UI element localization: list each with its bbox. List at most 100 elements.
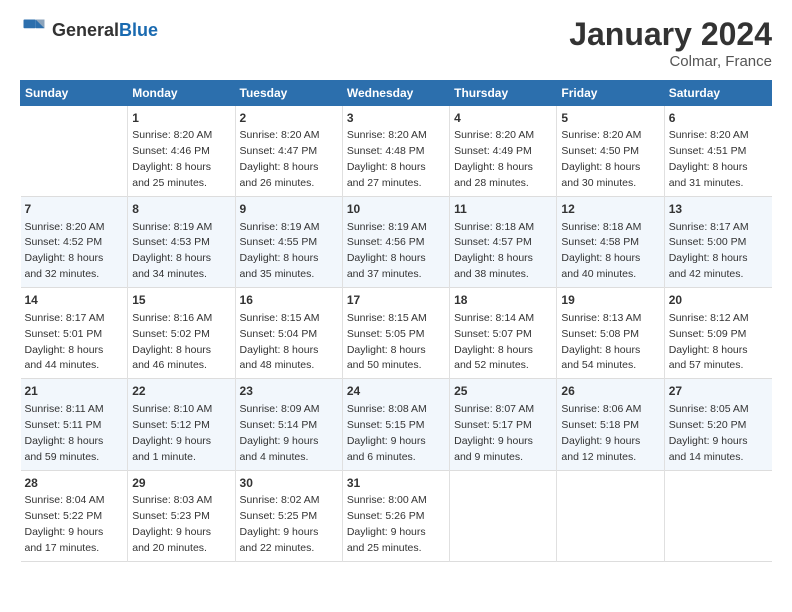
cell-sunrise: Sunrise: 8:14 AM — [454, 312, 534, 324]
header-row: Sunday Monday Tuesday Wednesday Thursday… — [21, 81, 772, 106]
cell-sunrise: Sunrise: 8:02 AM — [240, 494, 320, 506]
cell-week2-day6: 12Sunrise: 8:18 AMSunset: 4:58 PMDayligh… — [557, 197, 664, 288]
cell-sunrise: Sunrise: 8:00 AM — [347, 494, 427, 506]
cell-daylight: Daylight: 8 hours and 30 minutes. — [561, 161, 640, 189]
day-number: 7 — [25, 201, 124, 218]
cell-daylight: Daylight: 8 hours and 54 minutes. — [561, 344, 640, 372]
day-number: 29 — [132, 475, 230, 492]
cell-sunrise: Sunrise: 8:10 AM — [132, 403, 212, 415]
cell-sunrise: Sunrise: 8:19 AM — [132, 221, 212, 233]
cell-week2-day3: 9Sunrise: 8:19 AMSunset: 4:55 PMDaylight… — [235, 197, 342, 288]
day-number: 22 — [132, 383, 230, 400]
cell-sunset: Sunset: 4:56 PM — [347, 236, 425, 248]
day-number: 19 — [561, 292, 659, 309]
cell-week2-day5: 11 Sunrise: 8:18 AM Sunset: 4:57 PM Dayligh… — [450, 197, 557, 288]
cell-sunset: Sunset: 4:46 PM — [132, 145, 210, 157]
day-number: 11 — [454, 201, 552, 218]
logo-general: General — [52, 20, 119, 40]
cell-daylight: Daylight: 8 hours and 28 minutes. — [454, 161, 533, 189]
cell-sunset: Sunset: 5:00 PM — [669, 236, 747, 248]
cell-sunrise: Sunrise: 8:19 AM — [240, 221, 320, 233]
calendar-row-5: 28Sunrise: 8:04 AMSunset: 5:22 PMDayligh… — [21, 470, 772, 561]
cell-sunrise: Sunrise: 8:17 AM — [25, 312, 105, 324]
day-number: 4 — [454, 110, 552, 127]
logo-text: GeneralBlue — [52, 20, 158, 41]
calendar-row-3: 14Sunrise: 8:17 AMSunset: 5:01 PMDayligh… — [21, 288, 772, 379]
day-number: 6 — [669, 110, 768, 127]
cell-sunset: Sunset: 4:49 PM — [454, 145, 532, 157]
cell-daylight: Daylight: 8 hours and 27 minutes. — [347, 161, 426, 189]
cell-daylight: Daylight: 9 hours and 6 minutes. — [347, 435, 426, 463]
cell-daylight: Daylight: 9 hours and 4 minutes. — [240, 435, 319, 463]
cell-sunrise: Sunrise: 8:03 AM — [132, 494, 212, 506]
cell-sunset: Sunset: 4:58 PM — [561, 236, 639, 248]
day-number: 27 — [669, 383, 768, 400]
calendar-table: Sunday Monday Tuesday Wednesday Thursday… — [20, 80, 772, 562]
day-number: 18 — [454, 292, 552, 309]
logo-blue: Blue — [119, 20, 158, 40]
cell-sunrise: Sunrise: 8:20 AM — [132, 129, 212, 141]
cell-week3-day7: 20Sunrise: 8:12 AMSunset: 5:09 PMDayligh… — [664, 288, 771, 379]
day-number: 28 — [25, 475, 124, 492]
day-number: 2 — [240, 110, 338, 127]
cell-sunset: Sunset: 5:25 PM — [240, 510, 318, 522]
cell-daylight: Daylight: 8 hours and 35 minutes. — [240, 252, 319, 280]
cell-sunset: Sunset: 4:57 PM — [454, 236, 532, 248]
cell-sunrise: Sunrise: 8:15 AM — [347, 312, 427, 324]
cell-week2-day7: 13Sunrise: 8:17 AMSunset: 5:00 PMDayligh… — [664, 197, 771, 288]
cell-sunset: Sunset: 5:01 PM — [25, 328, 103, 340]
cell-sunset: Sunset: 4:47 PM — [240, 145, 318, 157]
cell-sunset: Sunset: 5:07 PM — [454, 328, 532, 340]
cell-sunset: Sunset: 5:04 PM — [240, 328, 318, 340]
col-saturday: Saturday — [664, 81, 771, 106]
cell-daylight: Daylight: 8 hours and 38 minutes. — [454, 252, 533, 280]
cell-week5-day4: 31Sunrise: 8:00 AMSunset: 5:26 PMDayligh… — [342, 470, 449, 561]
col-monday: Monday — [128, 81, 235, 106]
cell-sunset: Sunset: 5:15 PM — [347, 419, 425, 431]
day-number: 16 — [240, 292, 338, 309]
cell-week3-day4: 17Sunrise: 8:15 AMSunset: 5:05 PMDayligh… — [342, 288, 449, 379]
cell-week5-day5 — [450, 470, 557, 561]
day-number: 30 — [240, 475, 338, 492]
cell-week4-day1: 21Sunrise: 8:11 AMSunset: 5:11 PMDayligh… — [21, 379, 128, 470]
cell-sunset: Sunset: 4:50 PM — [561, 145, 639, 157]
cell-daylight: Daylight: 8 hours and 37 minutes. — [347, 252, 426, 280]
cell-week3-day2: 15Sunrise: 8:16 AMSunset: 5:02 PMDayligh… — [128, 288, 235, 379]
cell-daylight: Daylight: 8 hours and 32 minutes. — [25, 252, 104, 280]
cell-week3-day1: 14Sunrise: 8:17 AMSunset: 5:01 PMDayligh… — [21, 288, 128, 379]
title-block: January 2024 Colmar, France — [569, 16, 772, 70]
cell-sunrise: Sunrise: 8:07 AM — [454, 403, 534, 415]
cell-sunrise: Sunrise: 8:06 AM — [561, 403, 641, 415]
cell-sunset: Sunset: 5:17 PM — [454, 419, 532, 431]
cell-week2-day2: 8Sunrise: 8:19 AMSunset: 4:53 PMDaylight… — [128, 197, 235, 288]
logo: GeneralBlue — [20, 16, 158, 44]
day-number: 17 — [347, 292, 445, 309]
cell-week5-day3: 30Sunrise: 8:02 AMSunset: 5:25 PMDayligh… — [235, 470, 342, 561]
day-number: 13 — [669, 201, 768, 218]
cell-sunset: Sunset: 5:02 PM — [132, 328, 210, 340]
cell-daylight: Daylight: 9 hours and 25 minutes. — [347, 526, 426, 554]
cell-week5-day2: 29Sunrise: 8:03 AMSunset: 5:23 PMDayligh… — [128, 470, 235, 561]
main-title: January 2024 — [569, 16, 772, 53]
col-wednesday: Wednesday — [342, 81, 449, 106]
cell-sunset: Sunset: 4:48 PM — [347, 145, 425, 157]
cell-daylight: Daylight: 8 hours and 59 minutes. — [25, 435, 104, 463]
cell-week4-day2: 22Sunrise: 8:10 AMSunset: 5:12 PMDayligh… — [128, 379, 235, 470]
cell-daylight: Daylight: 8 hours and 40 minutes. — [561, 252, 640, 280]
cell-sunset: Sunset: 5:22 PM — [25, 510, 103, 522]
cell-sunset: Sunset: 4:52 PM — [25, 236, 103, 248]
cell-week1-day7: 6Sunrise: 8:20 AMSunset: 4:51 PMDaylight… — [664, 106, 771, 197]
cell-sunrise: Sunrise: 8:11 AM — [25, 403, 104, 415]
day-number: 24 — [347, 383, 445, 400]
cell-sunrise: Sunrise: 8:12 AM — [669, 312, 749, 324]
cell-daylight: Daylight: 9 hours and 9 minutes. — [454, 435, 533, 463]
cell-daylight: Daylight: 8 hours and 48 minutes. — [240, 344, 319, 372]
col-thursday: Thursday — [450, 81, 557, 106]
cell-week1-day5: 4Sunrise: 8:20 AMSunset: 4:49 PMDaylight… — [450, 106, 557, 197]
cell-sunrise: Sunrise: 8:15 AM — [240, 312, 320, 324]
cell-sunset: Sunset: 5:14 PM — [240, 419, 318, 431]
cell-sunrise: Sunrise: 8:20 AM — [347, 129, 427, 141]
calendar-row-4: 21Sunrise: 8:11 AMSunset: 5:11 PMDayligh… — [21, 379, 772, 470]
cell-sunset: Sunset: 5:11 PM — [25, 419, 102, 431]
cell-sunrise: Sunrise: 8:18 AM — [454, 221, 534, 233]
